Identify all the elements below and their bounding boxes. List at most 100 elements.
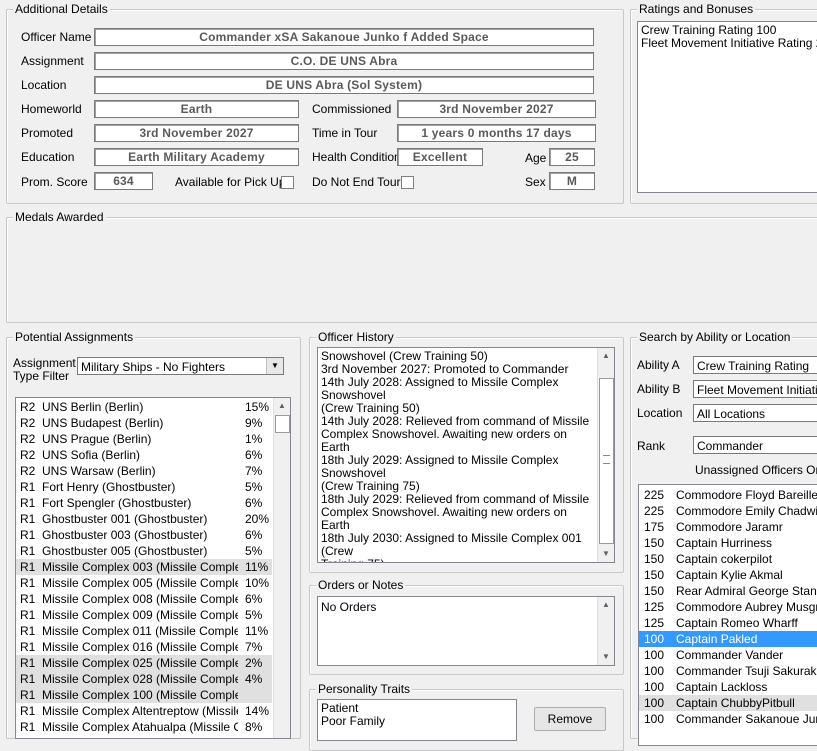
officer-row[interactable]: 100 Commander Vander <box>639 647 817 663</box>
officer-row[interactable]: 225 Commodore Emily Chadwick <box>639 503 817 519</box>
assignment-field[interactable]: C.O. DE UNS Abra <box>94 52 594 70</box>
assignment-row[interactable]: R2 UNS Berlin (Berlin) 15% <box>16 399 272 415</box>
officer-row[interactable]: 100 Captain ChubbyPitbull <box>639 695 817 711</box>
assignment-row[interactable]: R1 Ghostbuster 005 (Ghostbuster) 5% <box>16 543 272 559</box>
assignment-row[interactable]: R1 Missile Complex 016 (Missile Complex) 7… <box>16 639 272 655</box>
assignment-row[interactable]: R2 UNS Budapest (Berlin) 9% <box>16 415 272 431</box>
assignment-row[interactable]: R1 Missile Complex 025 (Missile Complex) 2… <box>16 655 272 671</box>
rank-value: Commander <box>697 439 764 453</box>
search-title: Search by Ability or Location <box>637 330 793 344</box>
officer-name: Commodore Jaramr <box>676 520 783 534</box>
assignment-row[interactable]: R2 UNS Prague (Berlin) 1% <box>16 431 272 447</box>
assignment-row[interactable]: R2 UNS Sofia (Berlin) 6% <box>16 447 272 463</box>
available-checkbox[interactable] <box>281 176 294 189</box>
officer-name-field[interactable]: Commander xSA Sakanoue Junko f Added Spa… <box>94 28 594 46</box>
homeworld-field[interactable]: Earth <box>94 100 299 118</box>
traits-list[interactable]: Patient Poor Family <box>317 699 517 741</box>
ability-a-value: Crew Training Rating <box>697 359 810 373</box>
assignment-row[interactable]: R1 Missile Complex 100 (Missile Complex) <box>16 687 272 703</box>
officer-row[interactable]: 225 Commodore Floyd Bareilles <box>639 487 817 503</box>
ability-b-select[interactable]: Fleet Movement Initiative <box>693 380 817 398</box>
scroll-thumb[interactable] <box>275 415 290 433</box>
scroll-down-icon[interactable]: ▼ <box>599 547 613 561</box>
officer-row[interactable]: 100 Captain Lackloss <box>639 679 817 695</box>
officers-list[interactable]: 225 Commodore Floyd Bareilles 225 Commodore… <box>638 484 817 746</box>
officer-name: Captain Romeo Wharff <box>676 616 798 630</box>
officer-score: 100 <box>644 712 665 726</box>
ratings-list[interactable]: Crew Training Rating 100 Fleet Movement … <box>637 21 817 193</box>
assignment-row[interactable]: R1 Ghostbuster 001 (Ghostbuster) 20% <box>16 511 272 527</box>
do-not-end-checkbox[interactable] <box>401 176 414 189</box>
officer-row[interactable]: 100 Commander Tsuji Sakurako <box>639 663 817 679</box>
assignment-row[interactable]: R1 Fort Spengler (Ghostbuster) 6% <box>16 495 272 511</box>
orders-text[interactable]: No Orders ▲ ▼ <box>317 596 615 666</box>
assignment-name: UNS Budapest (Berlin) <box>42 416 164 430</box>
do-not-end-label: Do Not End Tour <box>312 175 401 189</box>
assignment-label: Assignment <box>21 54 84 68</box>
officer-row[interactable]: 175 Commodore Jaramr <box>639 519 817 535</box>
assignment-row[interactable]: R1 Missile Complex 009 (Missile Complex) 5… <box>16 607 272 623</box>
officer-score: 100 <box>644 648 665 662</box>
officer-row[interactable]: 150 Rear Admiral George Stansbe <box>639 583 817 599</box>
potential-scrollbar[interactable]: ▲ <box>273 398 290 738</box>
assignment-rank: R1 <box>20 592 36 606</box>
officer-row[interactable]: 100 Captain Pakled <box>639 631 817 647</box>
sex-field[interactable]: M <box>549 172 595 190</box>
scroll-up-icon[interactable]: ▲ <box>599 349 613 363</box>
rank-select[interactable]: Commander <box>693 436 817 454</box>
potential-assignments-list[interactable]: R2 UNS Berlin (Berlin) 15% R2 UNS Budapest (… <box>15 397 291 739</box>
chevron-down-icon[interactable]: ▼ <box>266 358 283 374</box>
education-field[interactable]: Earth Military Academy <box>94 148 299 166</box>
scroll-up-icon[interactable]: ▲ <box>275 399 289 413</box>
officer-row[interactable]: 150 Captain Kylie Akmal <box>639 567 817 583</box>
assignment-name: Missile Complex 100 (Missile Complex) <box>42 688 238 702</box>
officer-row[interactable]: 125 Commodore Aubrey Musgrove <box>639 599 817 615</box>
assignment-row[interactable]: R1 Missile Complex 005 (Missile Complex) 1… <box>16 575 272 591</box>
assignment-name: Fort Spengler (Ghostbuster) <box>42 496 192 510</box>
prom-score-field[interactable]: 634 <box>94 172 153 190</box>
officer-row[interactable]: 150 Captain cokerpilot <box>639 551 817 567</box>
assignment-percent: 2% <box>245 656 263 670</box>
assignment-row[interactable]: R1 Fort Henry (Ghostbuster) 5% <box>16 479 272 495</box>
assignment-row[interactable]: R1 Missile Complex 011 (Missile Complex) 1… <box>16 623 272 639</box>
assignment-name: Missile Complex 016 (Missile Complex) <box>42 640 238 654</box>
officer-history-text[interactable]: Snowshovel (Crew Training 50) 3rd Novembe… <box>317 347 615 563</box>
officer-row[interactable]: 150 Captain Hurriness <box>639 535 817 551</box>
officer-name: Rear Admiral George Stansbe <box>676 584 817 598</box>
remove-trait-button[interactable]: Remove <box>534 707 606 731</box>
history-scrollbar[interactable]: ▲ ▼ <box>597 348 614 562</box>
assignment-row[interactable]: R1 Missile Complex 008 (Missile Complex) 6… <box>16 591 272 607</box>
assignment-row[interactable]: R1 Missile Complex 028 (Missile Complex) 4… <box>16 671 272 687</box>
promoted-field[interactable]: 3rd November 2027 <box>94 124 299 142</box>
assignment-row[interactable]: R1 Missile Complex Atahualpa (Missile Com… <box>16 719 272 735</box>
age-field[interactable]: 25 <box>549 148 595 166</box>
time-in-tour-field[interactable]: 1 years 0 months 17 days <box>397 124 596 142</box>
prom-score-label: Prom. Score <box>21 175 88 189</box>
assignment-rank: R1 <box>20 560 36 574</box>
assignment-row[interactable]: R2 UNS Warsaw (Berlin) 7% <box>16 463 272 479</box>
assignment-type-filter[interactable]: Military Ships - No Fighters ▼ <box>77 357 284 375</box>
commissioned-field[interactable]: 3rd November 2027 <box>397 100 596 118</box>
officer-row[interactable]: 125 Captain Romeo Wharff <box>639 615 817 631</box>
location-field[interactable]: DE UNS Abra (Sol System) <box>94 76 594 94</box>
scroll-thumb[interactable] <box>599 378 614 544</box>
officer-row[interactable]: 100 Commander Sakanoue Junko <box>639 711 817 727</box>
promoted-label: Promoted <box>21 126 74 140</box>
assignment-percent: 6% <box>245 448 263 462</box>
assignment-percent: 8% <box>245 720 263 734</box>
health-field[interactable]: Excellent <box>397 148 483 166</box>
assignment-percent: 5% <box>245 480 263 494</box>
homeworld-label: Homeworld <box>21 102 82 116</box>
scroll-up-icon[interactable]: ▲ <box>599 598 613 612</box>
history-line: 18th July 2030: Assigned to Missile Comp… <box>321 531 582 558</box>
scroll-down-icon[interactable]: ▼ <box>599 650 613 664</box>
assignment-row[interactable]: R1 Missile Complex Altentreptow (Missile … <box>16 703 272 719</box>
assignment-row[interactable]: R1 Ghostbuster 003 (Ghostbuster) 6% <box>16 527 272 543</box>
assignment-row[interactable]: R1 Missile Complex 003 (Missile Complex) 1… <box>16 559 272 575</box>
medals-group: Medals Awarded <box>6 210 817 323</box>
ability-a-select[interactable]: Crew Training Rating <box>693 356 817 374</box>
search-location-select[interactable]: All Locations <box>693 404 817 422</box>
orders-scrollbar[interactable]: ▲ ▼ <box>597 597 614 665</box>
assignment-percent: 20% <box>245 512 270 526</box>
rank-label: Rank <box>637 439 666 453</box>
